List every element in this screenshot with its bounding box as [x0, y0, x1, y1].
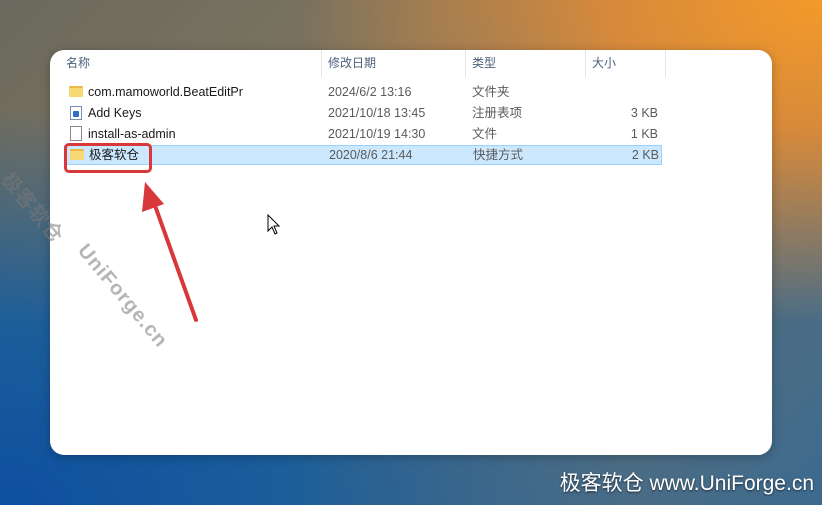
mouse-cursor-icon — [267, 214, 281, 235]
watermark-bottom: 极客软仓 www.UniForge.cn — [559, 472, 814, 495]
annotation-arrow-icon — [142, 182, 198, 322]
